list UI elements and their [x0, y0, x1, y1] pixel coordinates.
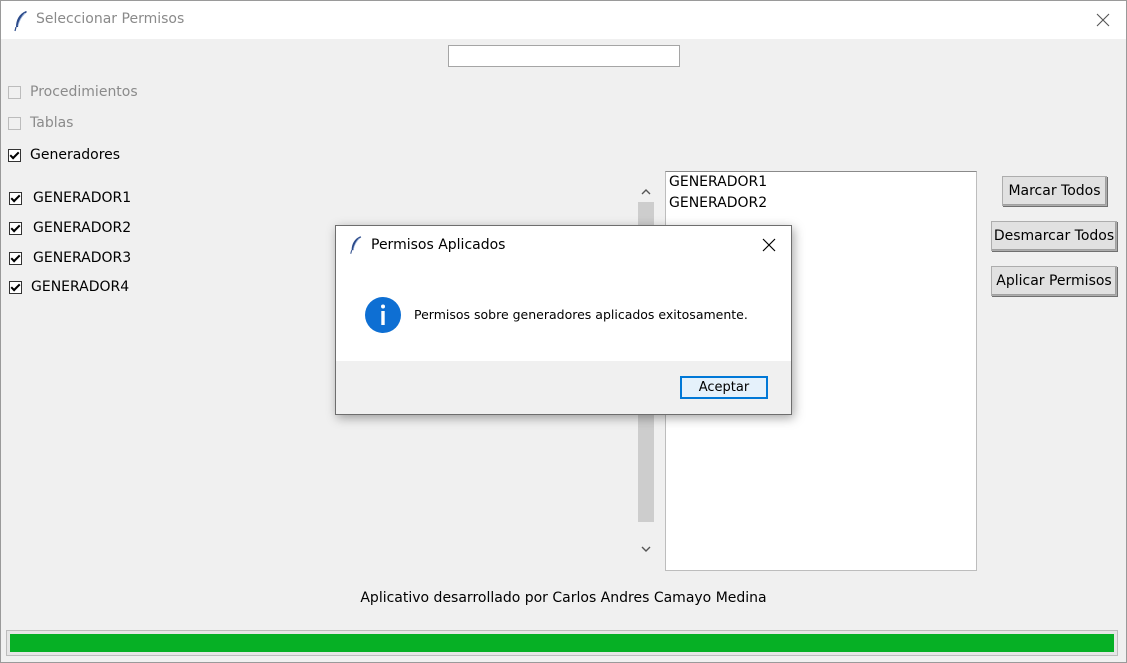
list-item[interactable]: GENERADOR2: [666, 193, 976, 214]
feather-icon: [14, 11, 27, 32]
checkbox-box: [8, 85, 21, 99]
progress-bar: [6, 630, 1118, 656]
window-title: Seleccionar Permisos: [36, 11, 185, 27]
dialog-titlebar: Permisos Aplicados: [336, 226, 791, 264]
scroll-up-button[interactable]: [636, 181, 656, 201]
scroll-down-button[interactable]: [636, 539, 656, 559]
close-icon: [1096, 13, 1110, 27]
chevron-up-icon: [641, 188, 651, 194]
checkbox-generador3[interactable]: GENERADOR3: [9, 250, 131, 266]
credit-text: Aplicativo desarrollado por Carlos Andre…: [360, 590, 767, 606]
checkbox-label: Generadores: [30, 147, 121, 163]
checkbox-generadores[interactable]: Generadores: [8, 147, 120, 163]
feather-icon: [350, 236, 362, 254]
unmark-all-button[interactable]: Desmarcar Todos: [991, 221, 1117, 251]
titlebar: Seleccionar Permisos: [1, 1, 1126, 39]
checkbox-box: [9, 280, 22, 294]
checkbox-box: [9, 251, 22, 265]
list-item[interactable]: GENERADOR1: [666, 172, 976, 193]
checkbox-generador1[interactable]: GENERADOR1: [9, 190, 131, 206]
dialog-footer: Aceptar: [336, 361, 791, 414]
chevron-down-icon: [641, 546, 651, 552]
mark-all-button[interactable]: Marcar Todos: [1002, 176, 1107, 206]
accept-button[interactable]: Aceptar: [680, 376, 768, 399]
checkbox-box: [9, 221, 22, 235]
close-button[interactable]: [1090, 7, 1116, 33]
checkbox-generador2[interactable]: GENERADOR2: [9, 220, 131, 236]
checkbox-label: Tablas: [30, 115, 74, 131]
checkbox-box: [8, 116, 21, 130]
checkbox-label: GENERADOR3: [33, 250, 132, 266]
message-dialog: Permisos Aplicados Permisos sobre genera…: [335, 225, 792, 415]
apply-permissions-button[interactable]: Aplicar Permisos: [991, 266, 1117, 296]
checkbox-generador4[interactable]: GENERADOR4: [9, 279, 129, 295]
progress-fill: [10, 634, 1114, 652]
dialog-title: Permisos Aplicados: [371, 237, 506, 253]
checkbox-tablas[interactable]: Tablas: [8, 115, 73, 131]
dialog-close-button[interactable]: [755, 231, 783, 259]
checkbox-box: [8, 148, 21, 162]
checkbox-box: [9, 191, 22, 205]
info-icon: [365, 297, 401, 333]
checkbox-label: Procedimientos: [30, 84, 138, 100]
checkbox-procedimientos[interactable]: Procedimientos: [8, 84, 138, 100]
checkbox-label: GENERADOR2: [33, 220, 132, 236]
checkbox-label: GENERADOR1: [33, 190, 132, 206]
close-icon: [762, 238, 776, 252]
checkbox-label: GENERADOR4: [31, 279, 130, 295]
search-input[interactable]: [448, 45, 680, 67]
dialog-message: Permisos sobre generadores aplicados exi…: [414, 307, 748, 322]
